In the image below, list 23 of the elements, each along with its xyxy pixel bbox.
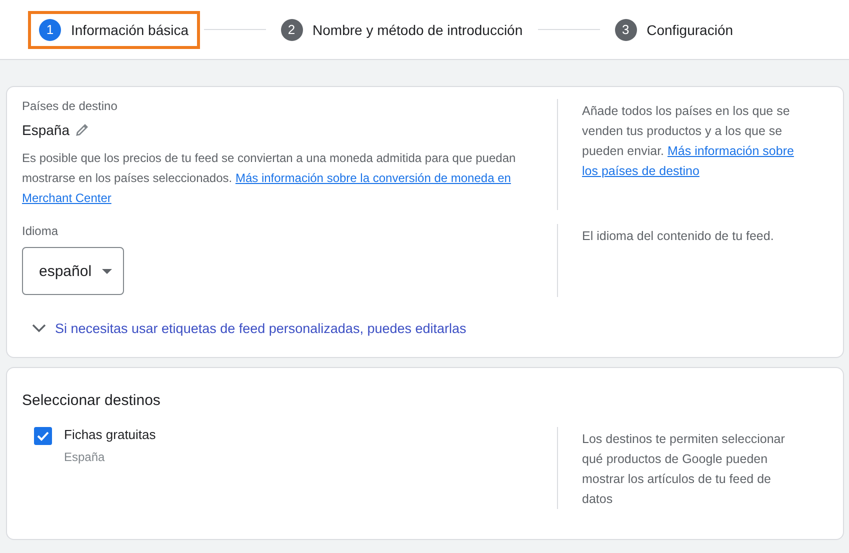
currency-info-link[interactable]: Merchant Center bbox=[22, 191, 112, 205]
language-help-text: El idioma del contenido de tu feed. bbox=[582, 228, 775, 245]
field-label: Idioma bbox=[22, 224, 60, 238]
stepper-step[interactable]: 1 Información básica bbox=[28, 10, 200, 48]
destination-country: España bbox=[64, 450, 106, 464]
field-label: Países de destino bbox=[22, 99, 118, 113]
dropdown-caret-icon bbox=[102, 268, 112, 274]
stepper-step[interactable]: 3 Configuración bbox=[604, 10, 744, 48]
edit-icon[interactable] bbox=[75, 123, 90, 137]
chevron-icon bbox=[32, 324, 46, 333]
custom-labels-expander[interactable]: Si necesitas usar etiquetas de feed personalizadas, puedes editarlas bbox=[32, 321, 466, 336]
language-dropdown[interactable]: español bbox=[22, 247, 124, 295]
checkbox[interactable] bbox=[34, 427, 52, 445]
stepper-step[interactable]: 2 Nombre y método de introducción bbox=[270, 10, 534, 48]
section-title: Seleccionar destinos bbox=[22, 392, 162, 409]
currency-note: Es posible que los precios de tu feed se conviertan a una moneda admitida para que puedan mostrarse en los países seleccionados. Más información sobre la conversión de moneda en Merchant Center bbox=[22, 150, 517, 207]
countries-info-link[interactable]: los países de destino bbox=[582, 164, 700, 178]
country-value: España bbox=[22, 122, 70, 138]
countries-info-link[interactable]: Más información sobre bbox=[668, 144, 794, 158]
countries-help-text: Añade todos los países en los que se venden tus productos y a los que se pueden enviar. Más información sobre los países de destino bbox=[582, 103, 795, 180]
currency-info-link[interactable]: Más información sobre la conversión de moneda en bbox=[235, 171, 511, 185]
destination-label: Fichas gratuitas bbox=[64, 427, 156, 442]
destinations-help-text: Los destinos te permiten seleccionar qué productos de Google pueden mostrar los artículos de tu feed de datos bbox=[582, 431, 786, 508]
